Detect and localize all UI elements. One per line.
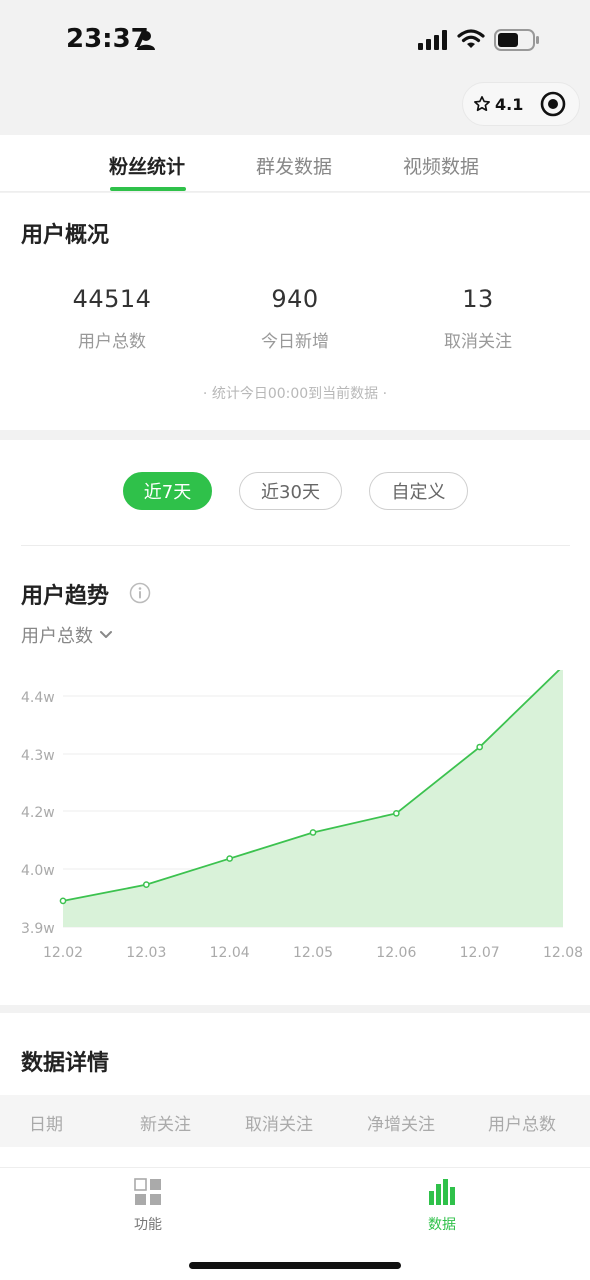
column-new-follows: 新关注 bbox=[140, 1115, 191, 1135]
tab-video-data[interactable]: 视频数据 bbox=[403, 152, 479, 179]
range-30-days-button[interactable]: 近30天 bbox=[239, 472, 342, 510]
grid-icon bbox=[134, 1178, 161, 1205]
target-icon bbox=[540, 91, 566, 117]
x-tick-label: 12.07 bbox=[460, 945, 500, 961]
stat-value: 13 bbox=[462, 285, 494, 313]
data-point bbox=[392, 809, 400, 817]
star-icon bbox=[474, 96, 490, 112]
y-tick-label: 4.2w bbox=[21, 805, 55, 821]
rating-value: 4.1 bbox=[495, 94, 524, 114]
status-bar: 23:37 bbox=[0, 0, 590, 80]
x-tick-label: 12.02 bbox=[43, 945, 83, 961]
user-overview-card: 用户概况 44514 用户总数 940 今日新增 13 取消关注 · 统计今日0… bbox=[0, 193, 590, 430]
y-tick-label: 4.3w bbox=[21, 748, 55, 764]
tab-broadcast-data[interactable]: 群发数据 bbox=[256, 152, 332, 179]
x-tick-label: 12.04 bbox=[210, 945, 250, 961]
x-tick-label: 12.05 bbox=[293, 945, 333, 961]
stat-new-today: 940 今日新增 bbox=[205, 285, 385, 352]
nav-item-data[interactable]: 数据 bbox=[402, 1178, 482, 1234]
chevron-down-icon bbox=[100, 631, 112, 638]
nav-item-functions[interactable]: 功能 bbox=[108, 1178, 188, 1234]
y-tick-label: 3.9w bbox=[21, 921, 55, 937]
column-date: 日期 bbox=[29, 1115, 63, 1135]
stat-value: 44514 bbox=[72, 285, 152, 313]
table-header: 日期 新关注 取消关注 净增关注 用户总数 bbox=[0, 1095, 590, 1147]
x-tick-label: 12.08 bbox=[543, 945, 583, 961]
close-target-button[interactable] bbox=[527, 82, 579, 126]
trend-title: 用户趋势 bbox=[21, 584, 110, 609]
stat-label: 今日新增 bbox=[261, 332, 329, 352]
stat-label: 用户总数 bbox=[78, 332, 146, 352]
wifi-icon bbox=[457, 29, 485, 48]
x-tick-label: 12.03 bbox=[126, 945, 166, 961]
rating-button[interactable]: 4.1 bbox=[463, 95, 527, 114]
person-icon bbox=[137, 31, 155, 50]
signal-icon bbox=[418, 30, 447, 50]
stat-value: 940 bbox=[271, 285, 319, 313]
user-trend-card: 近7天 近30天 自定义 用户趋势 用户总数 3.9w 4.0w 4.2w 4.3w 4… bbox=[0, 440, 590, 1005]
trend-chart: 3.9w 4.0w 4.2w 4.3w 4.4w 12.02 12.03 12.04 12.05… bbox=[21, 670, 583, 961]
capsule-menu: 4.1 bbox=[462, 82, 580, 126]
range-custom-button[interactable]: 自定义 bbox=[369, 472, 468, 510]
y-tick-label: 4.0w bbox=[21, 863, 55, 879]
stat-label: 取消关注 bbox=[444, 332, 512, 352]
details-title: 数据详情 bbox=[21, 1051, 110, 1076]
data-point bbox=[309, 829, 317, 836]
home-indicator bbox=[189, 1262, 401, 1269]
bar-chart-icon bbox=[429, 1179, 455, 1205]
metric-label: 用户总数 bbox=[21, 626, 93, 647]
divider bbox=[21, 545, 570, 546]
y-tick-label: 4.4w bbox=[21, 690, 55, 706]
data-point bbox=[59, 897, 67, 905]
column-net-follows: 净增关注 bbox=[367, 1115, 435, 1135]
stat-unfollowed: 13 取消关注 bbox=[388, 285, 568, 352]
series-area bbox=[63, 670, 563, 927]
data-point bbox=[142, 881, 150, 889]
data-point bbox=[476, 743, 484, 751]
data-details-card: 数据详情 日期 新关注 取消关注 净增关注 用户总数 bbox=[0, 1013, 590, 1168]
info-icon[interactable] bbox=[129, 582, 151, 604]
nav-label: 功能 bbox=[134, 1217, 162, 1233]
x-tick-label: 12.06 bbox=[376, 945, 416, 961]
column-total-users: 用户总数 bbox=[488, 1115, 556, 1135]
tabs-bar: 粉丝统计 群发数据 视频数据 bbox=[0, 135, 590, 192]
range-7-days-button[interactable]: 近7天 bbox=[123, 472, 212, 510]
column-unfollows: 取消关注 bbox=[245, 1115, 313, 1135]
nav-label: 数据 bbox=[428, 1217, 456, 1233]
tab-fans-stats[interactable]: 粉丝统计 bbox=[109, 152, 185, 179]
overview-title: 用户概况 bbox=[21, 223, 110, 248]
battery-icon bbox=[494, 29, 539, 51]
data-point bbox=[226, 855, 234, 862]
metric-dropdown[interactable]: 用户总数 bbox=[21, 622, 113, 648]
tab-indicator bbox=[110, 187, 186, 191]
overview-note: · 统计今日00:00到当前数据 · bbox=[202, 386, 388, 402]
stat-total-users: 44514 用户总数 bbox=[22, 285, 202, 352]
